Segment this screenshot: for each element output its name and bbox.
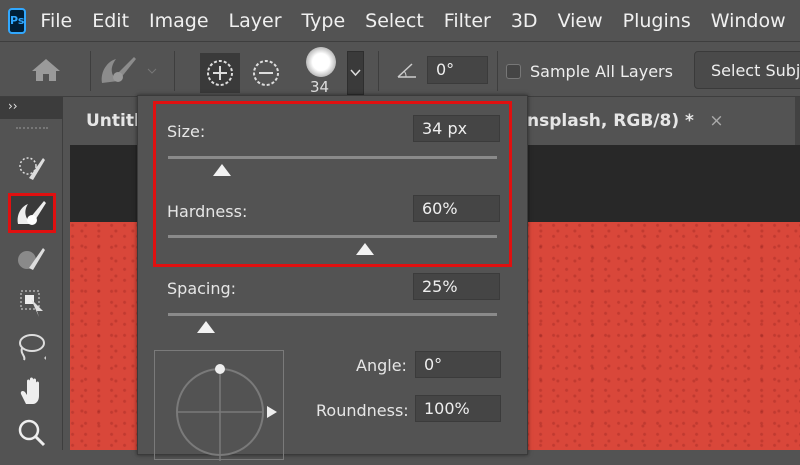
lasso-icon [19, 334, 46, 361]
menu-filter[interactable]: Filter [444, 10, 491, 32]
quick-selection-preset-icon[interactable] [98, 53, 158, 91]
menu-layer[interactable]: Layer [229, 10, 282, 32]
chevron-down-icon [350, 69, 361, 77]
menu-plugins[interactable]: Plugins [623, 10, 691, 32]
angle-label: Angle: [356, 356, 407, 375]
object-selection-icon [19, 157, 45, 180]
brush-angle-input[interactable]: 0° [415, 351, 501, 378]
menu-3d[interactable]: 3D [511, 10, 538, 32]
menu-image[interactable]: Image [149, 10, 209, 32]
hand-icon [20, 377, 39, 404]
hand-tool[interactable] [8, 371, 56, 411]
brush-options-panel: Size: 34 px Hardness: 60% Spacing: 25% A… [137, 95, 528, 461]
sample-all-layers-checkbox[interactable] [506, 64, 521, 79]
crop-select-tool[interactable] [8, 283, 56, 323]
magic-wand-tool[interactable] [8, 239, 56, 279]
color-brush-icon [18, 248, 45, 270]
object-selection-tool[interactable] [8, 149, 56, 189]
menu-select[interactable]: Select [365, 10, 424, 32]
document-tab-untitled[interactable]: Untitl [70, 97, 140, 145]
sample-all-layers-label: Sample All Layers [530, 62, 673, 81]
brush-angle-preview[interactable] [154, 350, 284, 461]
roundness-handle[interactable] [267, 406, 277, 418]
hardness-slider-track[interactable] [168, 235, 497, 238]
plus-circle-icon [207, 60, 233, 86]
magnifier-icon [18, 419, 46, 447]
spacing-slider-thumb[interactable] [196, 321, 215, 333]
add-to-selection-button[interactable] [200, 53, 240, 93]
roundness-input[interactable]: 100% [415, 395, 501, 422]
brush-preview-icon[interactable] [306, 47, 336, 77]
menu-bar: Ps File Edit Image Layer Type Select Fil… [0, 0, 800, 42]
hardness-label: Hardness: [167, 202, 248, 221]
photoshop-logo: Ps [8, 7, 27, 34]
document-tab-title: nsplash, RGB/8) * [527, 111, 694, 131]
menu-type[interactable]: Type [302, 10, 346, 32]
home-icon[interactable] [30, 57, 62, 87]
options-bar: 34 0° Sample All Layers Select Subj [0, 43, 800, 97]
menu-window[interactable]: Window [711, 10, 786, 32]
size-slider-thumb[interactable] [213, 164, 232, 176]
spacing-slider-track[interactable] [168, 313, 497, 316]
brush-size-preview: 34 [310, 78, 330, 96]
minus-circle-icon [253, 60, 279, 86]
hardness-slider-thumb[interactable] [356, 243, 375, 255]
menu-file[interactable]: File [40, 10, 72, 32]
quick-selection-icon [17, 201, 46, 225]
hardness-input[interactable]: 60% [413, 195, 500, 222]
menu-edit[interactable]: Edit [92, 10, 129, 32]
quick-selection-tool[interactable] [8, 193, 56, 233]
subtract-from-selection-button[interactable] [252, 59, 280, 91]
angle-icon [396, 61, 418, 83]
size-label: Size: [167, 122, 206, 141]
tools-panel: ›› [0, 97, 63, 450]
close-tab-icon[interactable]: × [709, 111, 723, 131]
spacing-label: Spacing: [167, 279, 237, 298]
marquee-arrow-icon [20, 290, 43, 317]
angle-input[interactable]: 0° [427, 56, 488, 84]
brush-picker-dropdown[interactable] [347, 51, 364, 95]
expand-panel-button[interactable]: ›› [0, 97, 63, 119]
angle-handle[interactable] [215, 364, 225, 374]
size-input[interactable]: 34 px [413, 115, 500, 142]
spacing-input[interactable]: 25% [413, 273, 500, 300]
menu-view[interactable]: View [558, 10, 603, 32]
lasso-tool[interactable] [8, 327, 56, 367]
roundness-label: Roundness: [316, 401, 409, 420]
panel-grip[interactable] [16, 127, 48, 132]
size-slider-track[interactable] [168, 156, 497, 159]
select-subject-button[interactable]: Select Subj [694, 51, 800, 89]
zoom-tool[interactable] [8, 413, 56, 453]
